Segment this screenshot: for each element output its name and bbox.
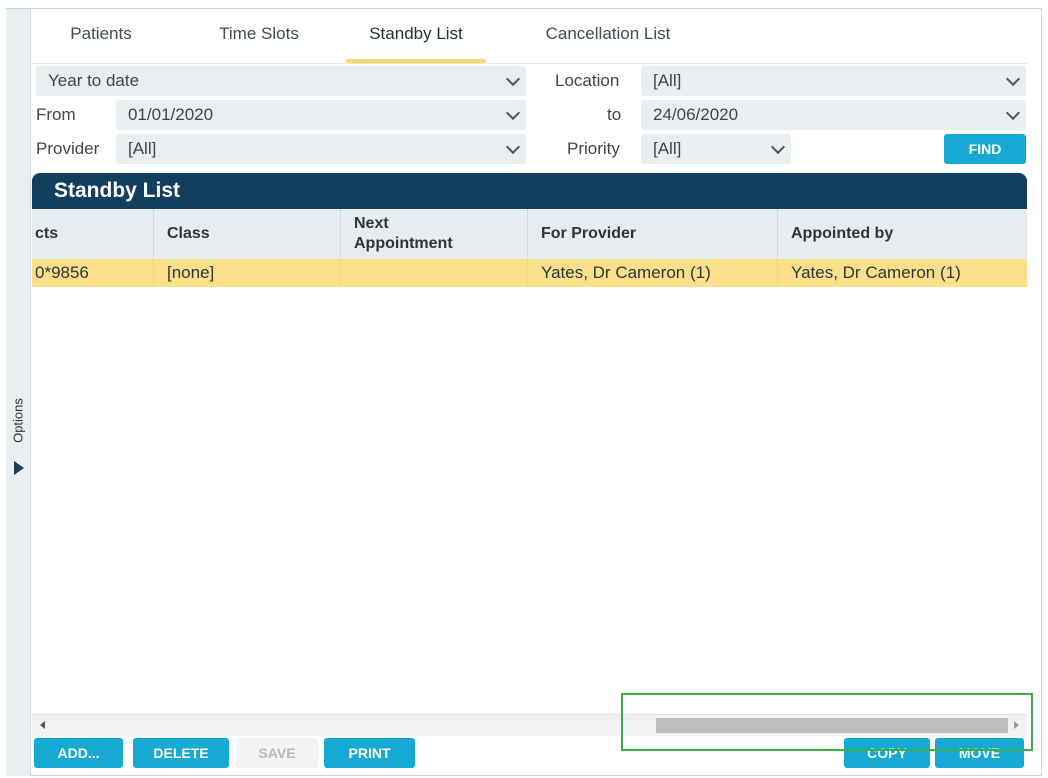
delete-button[interactable]: DELETE	[133, 738, 229, 768]
to-date-select[interactable]: 24/06/2020	[641, 100, 1026, 130]
find-button[interactable]: FIND	[944, 134, 1026, 164]
chevron-down-icon	[505, 139, 521, 155]
standby-table: cts Class Next Appointment For Provider …	[32, 209, 1027, 714]
save-button[interactable]: SAVE	[236, 738, 318, 768]
to-date-value: 24/06/2020	[653, 105, 739, 124]
chevron-down-icon	[1005, 71, 1021, 87]
tab-cancellation-list[interactable]: Cancellation List	[528, 10, 688, 63]
column-header-contacts[interactable]: cts	[32, 209, 154, 259]
cell-class: [none]	[154, 259, 341, 287]
column-header-class[interactable]: Class	[154, 209, 341, 259]
tab-time-slots[interactable]: Time Slots	[202, 10, 316, 63]
chevron-down-icon	[770, 139, 786, 155]
location-value: [All]	[653, 71, 682, 90]
to-label: to	[607, 105, 622, 124]
column-header-next-appointment[interactable]: Next Appointment	[341, 209, 528, 259]
from-date-select[interactable]: 01/01/2020	[116, 100, 526, 130]
print-button[interactable]: PRINT	[324, 738, 415, 768]
tab-bar: Patients Time Slots Standby List Cancell…	[32, 10, 1027, 64]
from-date-value: 01/01/2020	[128, 105, 214, 124]
chevron-down-icon	[505, 105, 521, 121]
location-label: Location	[555, 71, 620, 90]
chevron-down-icon	[505, 71, 521, 87]
panel-title: Standby List	[32, 173, 1027, 209]
period-value: Year to date	[48, 71, 140, 90]
provider-label: Provider	[36, 139, 100, 158]
cell-contacts: 0*9856	[32, 259, 154, 287]
provider-select[interactable]: [All]	[116, 134, 526, 164]
column-header-for-provider[interactable]: For Provider	[528, 209, 778, 259]
provider-value: [All]	[128, 139, 157, 158]
priority-value: [All]	[653, 139, 682, 158]
table-row[interactable]: 0*9856 [none] Yates, Dr Cameron (1) Yate…	[32, 259, 1027, 287]
column-header-appointed-by[interactable]: Appointed by	[778, 209, 1027, 259]
cell-next-appointment	[341, 259, 528, 287]
options-label: Options	[10, 398, 26, 443]
highlight-box	[621, 693, 1033, 751]
priority-select[interactable]: [All]	[641, 134, 791, 164]
add-button[interactable]: ADD...	[34, 738, 123, 768]
cell-for-provider: Yates, Dr Cameron (1)	[528, 259, 778, 287]
tab-standby-list[interactable]: Standby List	[346, 10, 486, 63]
options-sidebar[interactable]: Options	[6, 9, 31, 776]
tab-patients[interactable]: Patients	[52, 10, 150, 63]
chevron-down-icon	[1005, 105, 1021, 121]
cell-appointed-by: Yates, Dr Cameron (1)	[791, 263, 961, 282]
period-select[interactable]: Year to date	[36, 66, 526, 96]
priority-label: Priority	[567, 139, 620, 158]
from-label: From	[36, 105, 76, 124]
location-select[interactable]: [All]	[641, 66, 1026, 96]
expand-arrow-icon[interactable]	[14, 461, 24, 475]
scroll-left-icon[interactable]	[40, 721, 45, 729]
